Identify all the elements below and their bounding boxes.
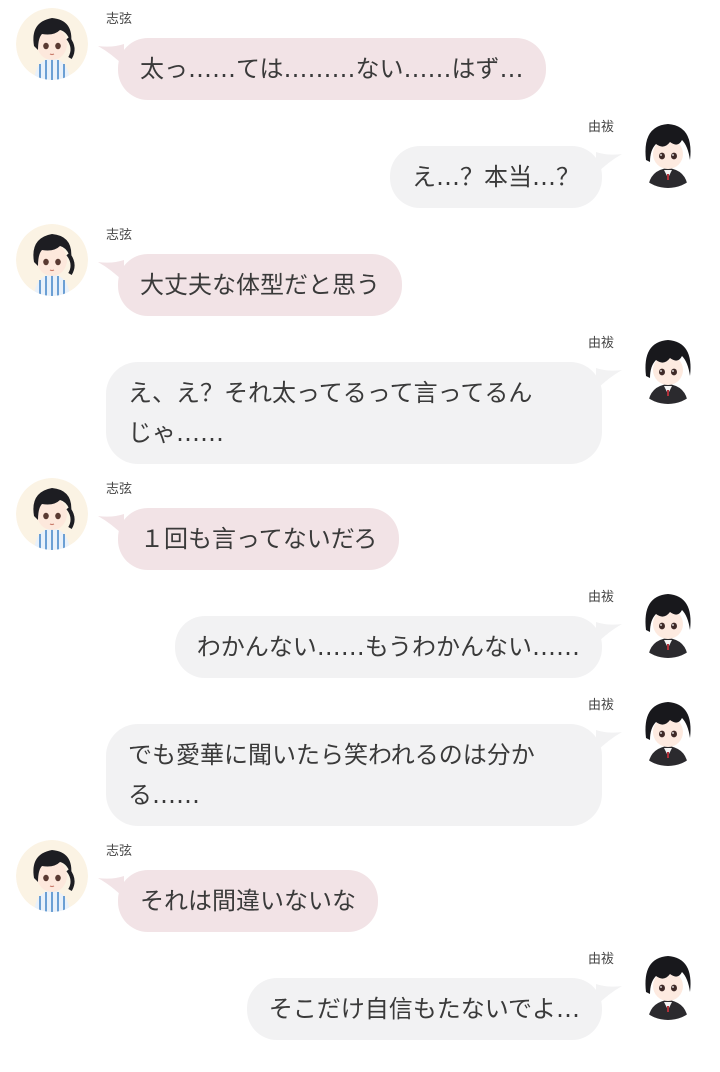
message-bubble: そこだけ自信もたないでよ… bbox=[246, 978, 602, 1040]
speaker-name: 由祓 bbox=[587, 336, 614, 351]
message-bubble: え、え？それ太ってるって言ってるん じゃ…… bbox=[106, 362, 602, 464]
message-line: る…… bbox=[128, 781, 200, 809]
shigen-avatar-icon[interactable] bbox=[16, 840, 88, 912]
yui-avatar-icon[interactable] bbox=[632, 332, 704, 404]
yui-avatar-icon[interactable] bbox=[632, 948, 704, 1020]
speaker-name: 由祓 bbox=[587, 698, 614, 713]
message-line: え、え？それ太ってるって言ってるん bbox=[128, 379, 533, 407]
message-bubble: 大丈夫な体型だと思う bbox=[118, 254, 402, 316]
yui-avatar-icon[interactable] bbox=[632, 116, 704, 188]
message-line: でも愛華に聞いたら笑われるのは分か bbox=[128, 741, 535, 769]
speaker-name: 志弦 bbox=[106, 12, 133, 27]
message-bubble: でも愛華に聞いたら笑われるのは分か る…… bbox=[106, 724, 602, 826]
speaker-name: 由祓 bbox=[587, 590, 614, 605]
message-bubble: １回も言ってないだろ bbox=[118, 508, 400, 570]
speaker-name: 志弦 bbox=[106, 482, 133, 497]
message-bubble: え…？本当…？ bbox=[390, 146, 602, 208]
message-bubble: それは間違いないな bbox=[118, 870, 378, 932]
yui-avatar-icon[interactable] bbox=[632, 694, 704, 766]
chat-log: 志弦 太っ……ては………ない……はず… 由祓 え…？本当…？ 志弦 大丈夫な体型… bbox=[0, 0, 720, 1072]
shigen-avatar-icon[interactable] bbox=[16, 8, 88, 80]
shigen-avatar-icon[interactable] bbox=[16, 224, 88, 296]
speaker-name: 志弦 bbox=[106, 844, 133, 859]
speaker-name: 由祓 bbox=[587, 952, 614, 967]
shigen-avatar-icon[interactable] bbox=[16, 478, 88, 550]
yui-avatar-icon[interactable] bbox=[632, 586, 704, 658]
message-line: じゃ…… bbox=[128, 419, 224, 447]
message-bubble: わかんない……もうわかんない…… bbox=[174, 616, 602, 678]
message-bubble: 太っ……ては………ない……はず… bbox=[118, 38, 546, 100]
speaker-name: 志弦 bbox=[106, 228, 133, 243]
speaker-name: 由祓 bbox=[587, 120, 614, 135]
